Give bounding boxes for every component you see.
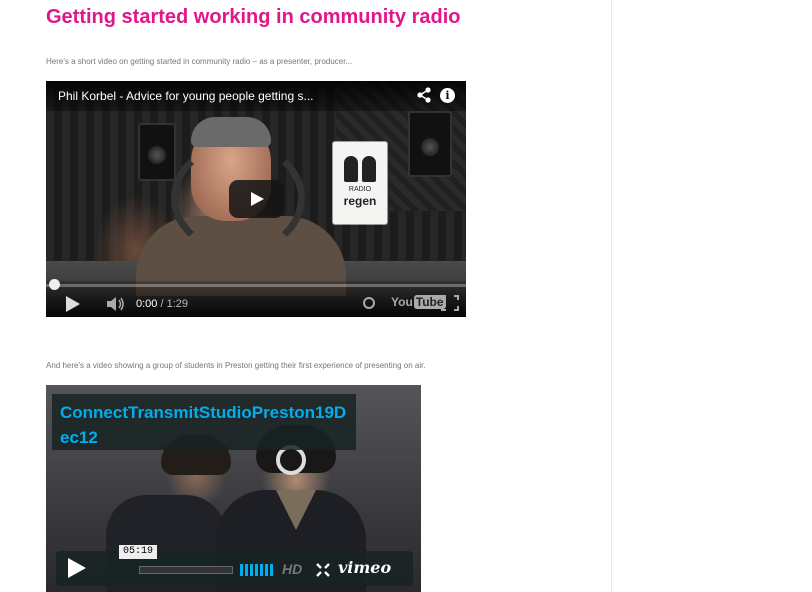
sidebar-divider bbox=[611, 0, 612, 592]
post-content: Getting started working in community rad… bbox=[0, 0, 611, 592]
vimeo-logo[interactable]: vimeo bbox=[338, 558, 391, 577]
fullscreen-icon[interactable] bbox=[316, 563, 330, 577]
volume-icon[interactable] bbox=[106, 296, 126, 312]
vimeo-progress-bar[interactable] bbox=[139, 566, 233, 574]
second-intro-text: And here's a video showing a group of st… bbox=[46, 361, 426, 370]
youtube-video-title[interactable]: Phil Korbel - Advice for young people ge… bbox=[58, 89, 314, 103]
vimeo-player[interactable]: ConnectTransmitStudioPreston19Dec12 05:1… bbox=[46, 385, 421, 592]
share-icon[interactable] bbox=[416, 87, 432, 103]
current-time: 0:00 bbox=[136, 298, 158, 310]
studio-monitor-right bbox=[408, 111, 452, 177]
watch-later-icon[interactable] bbox=[363, 297, 375, 309]
youtube-logo[interactable]: You Tube bbox=[391, 295, 446, 309]
scrubber-handle[interactable] bbox=[49, 279, 60, 290]
post-title: Getting started working in community rad… bbox=[46, 6, 461, 28]
play-icon[interactable] bbox=[68, 558, 86, 578]
fullscreen-icon[interactable] bbox=[441, 295, 459, 311]
info-icon[interactable]: i bbox=[440, 88, 455, 103]
youtube-player[interactable]: RADIO regen Phil Korbel - Advice for you… bbox=[46, 81, 466, 317]
time-tooltip: 05:19 bbox=[119, 545, 158, 559]
volume-bars-icon[interactable] bbox=[240, 564, 274, 576]
duration: / 1:29 bbox=[160, 298, 189, 310]
youtube-progress-bar[interactable] bbox=[46, 284, 466, 287]
play-icon[interactable] bbox=[66, 296, 80, 312]
post-intro-text: Here's a short video on getting started … bbox=[46, 57, 353, 66]
big-play-button[interactable] bbox=[229, 180, 284, 218]
vimeo-title-box[interactable]: ConnectTransmitStudioPreston19Dec12 bbox=[52, 394, 356, 450]
radio-regen-sign: RADIO regen bbox=[332, 141, 388, 225]
vimeo-video-title[interactable]: ConnectTransmitStudioPreston19Dec12 bbox=[60, 400, 350, 450]
youtube-time-display: 0:00 / 1:29 bbox=[136, 298, 188, 310]
hd-button[interactable]: HD bbox=[282, 561, 302, 577]
